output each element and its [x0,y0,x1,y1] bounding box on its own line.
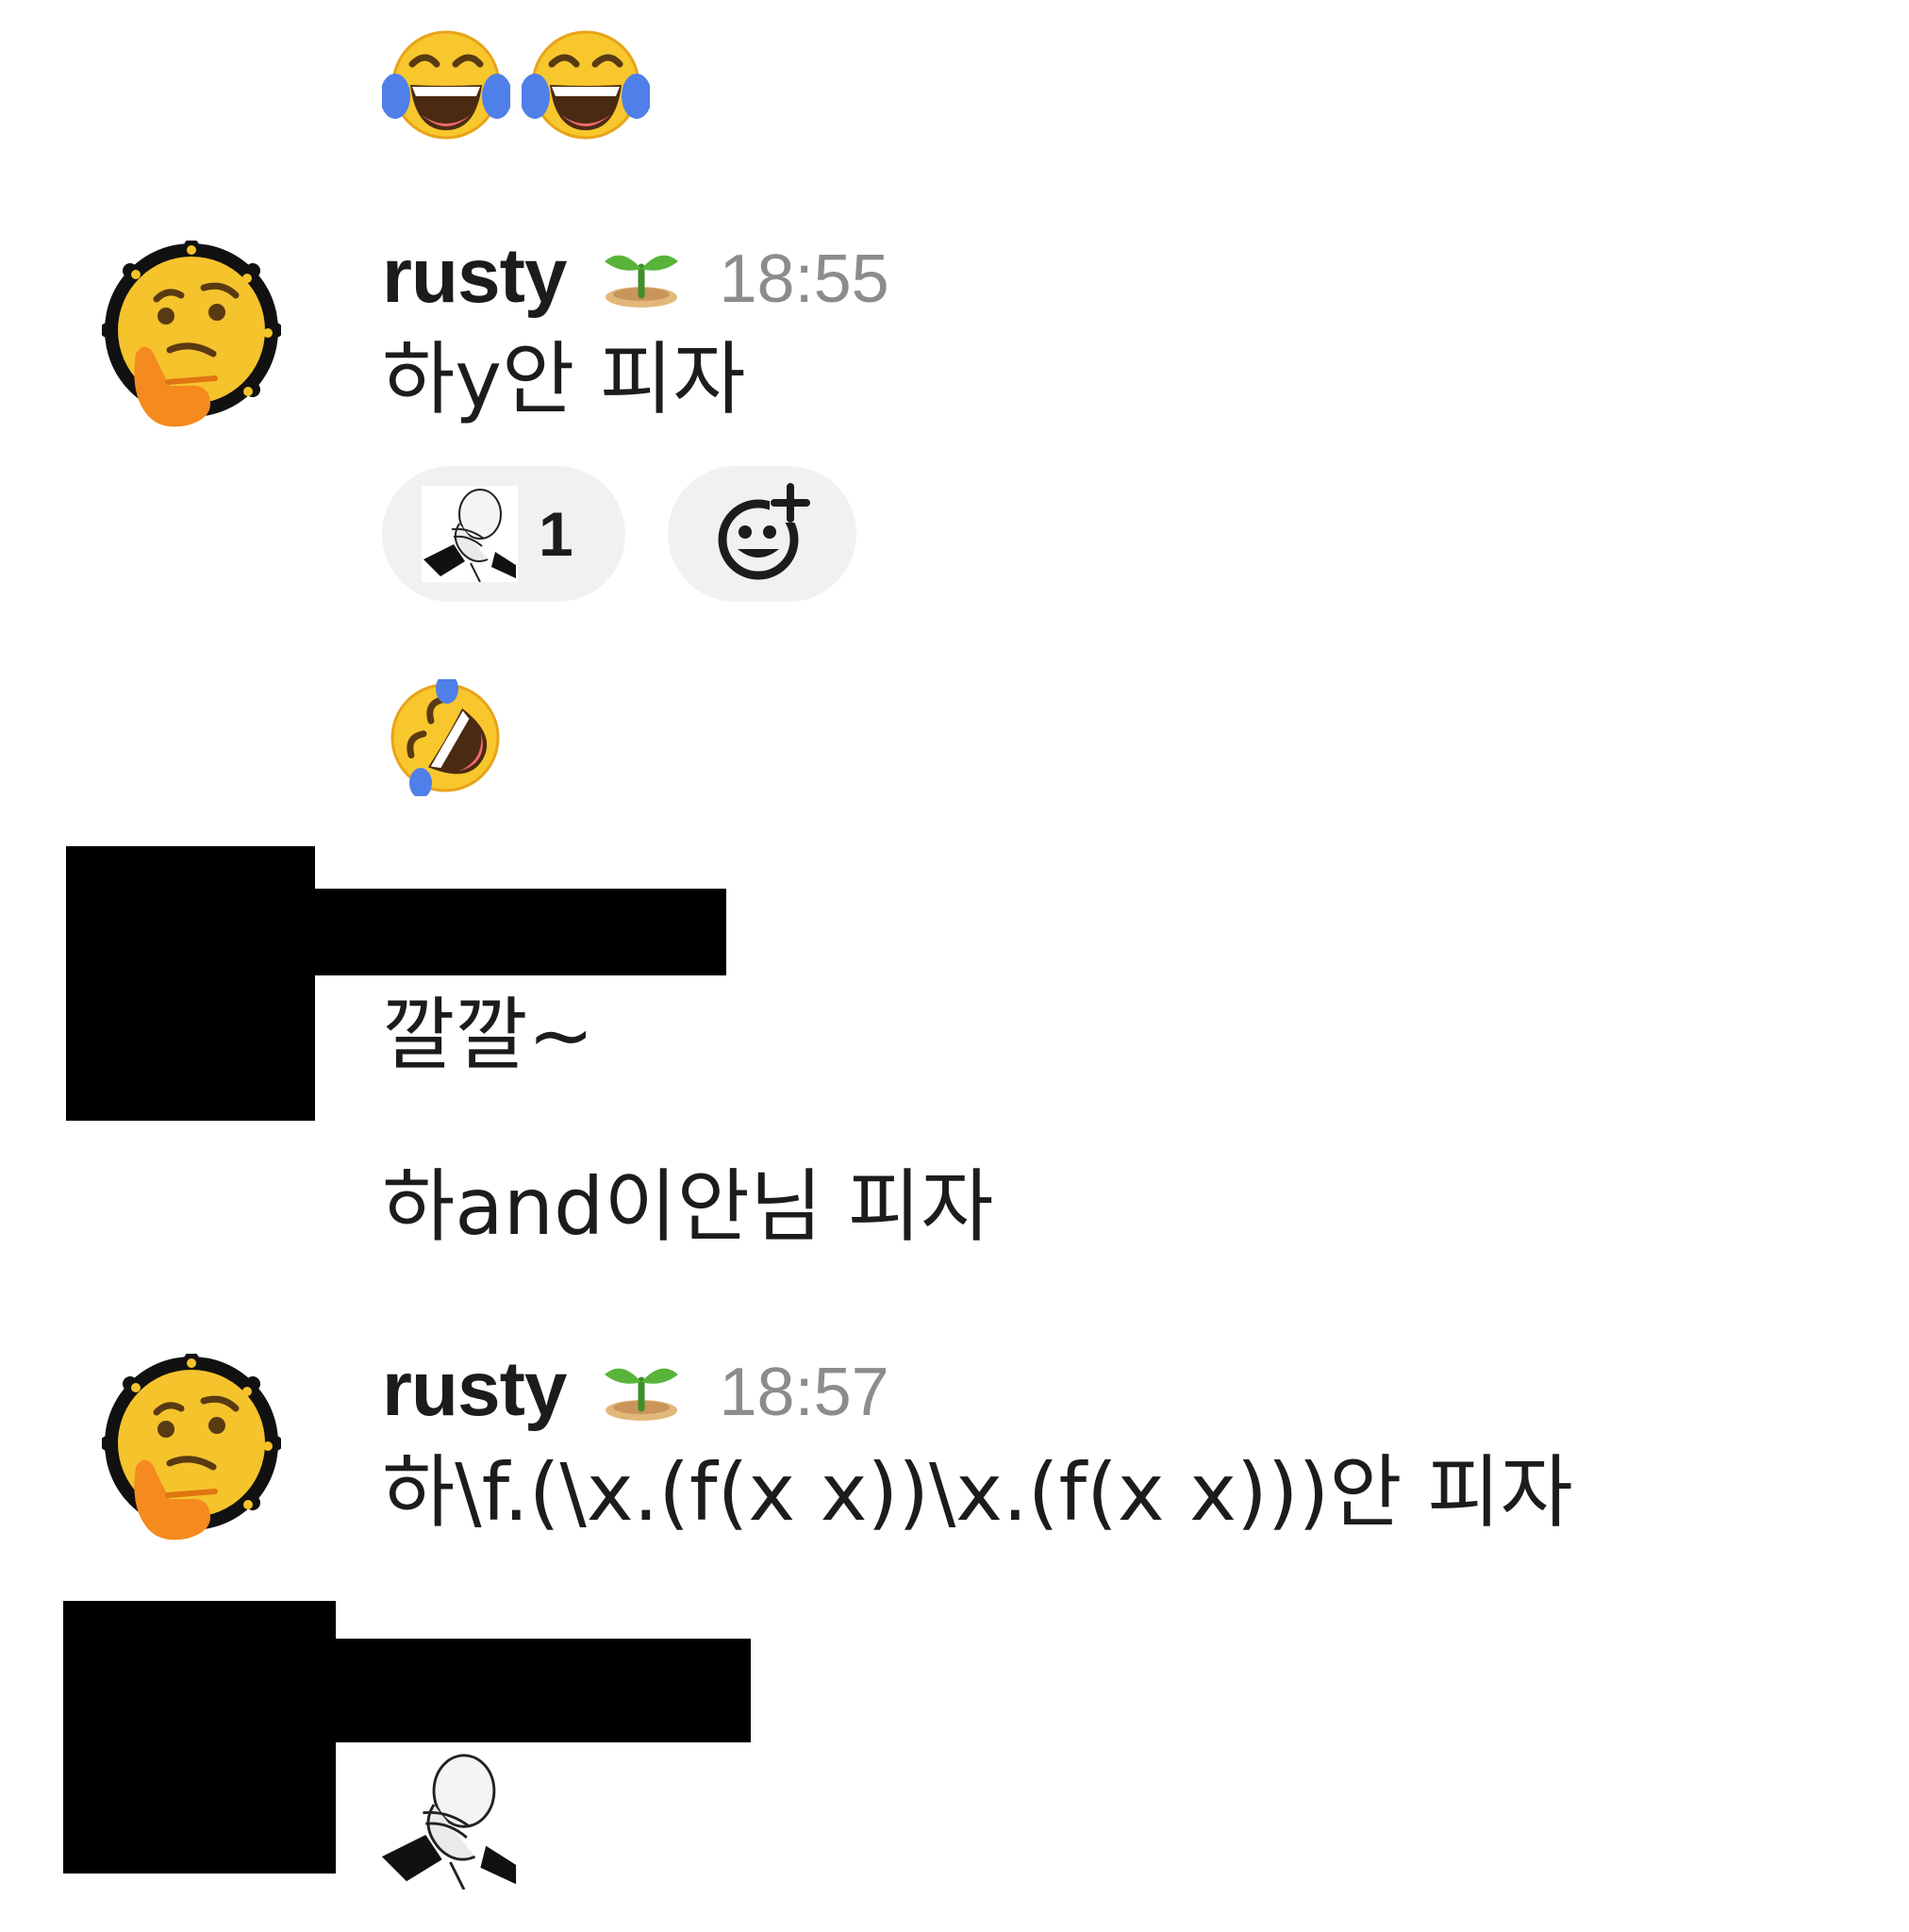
avatar[interactable] [102,241,281,439]
facepalm-icon [422,486,518,582]
timestamp[interactable]: 18:55 [720,245,889,313]
redacted-avatar [66,846,315,1121]
emoji-message-1 [382,28,650,142]
message-text: 깔깔~ [382,989,594,1081]
reaction-count: 1 [539,499,573,569]
emoji-message-2 [387,679,504,796]
facepalm-image[interactable] [379,1750,519,1890]
message-header: rusty 18:57 [382,1351,889,1428]
add-reaction-button[interactable] [668,466,856,602]
message-header: rusty 18:55 [382,238,889,315]
rolling-on-floor-laughing-icon [390,679,500,796]
message-text: 하y안 피자 [382,333,746,425]
username[interactable]: rusty [382,238,568,315]
seedling-icon [601,1356,682,1424]
timestamp[interactable]: 18:57 [720,1358,889,1426]
face-with-tears-of-joy-icon [522,30,650,140]
face-with-tears-of-joy-icon [382,30,510,140]
avatar[interactable] [102,1354,281,1552]
redacted-header [336,1639,751,1742]
seedling-icon [601,242,682,310]
redacted-avatar [63,1601,336,1874]
thinking-face-avatar-icon [102,1354,281,1541]
message-text: 하\f.(\x.(f(x x))\x.(f(x x)))안 피자 [382,1446,1573,1539]
message-text: 하and이안님 피자 [382,1160,994,1253]
username[interactable]: rusty [382,1351,568,1428]
add-reaction-icon [718,483,810,580]
redacted-header [315,889,726,975]
facepalm-icon [379,1750,519,1890]
thinking-face-avatar-icon [102,241,281,427]
reaction-pill[interactable]: 1 [382,466,625,602]
